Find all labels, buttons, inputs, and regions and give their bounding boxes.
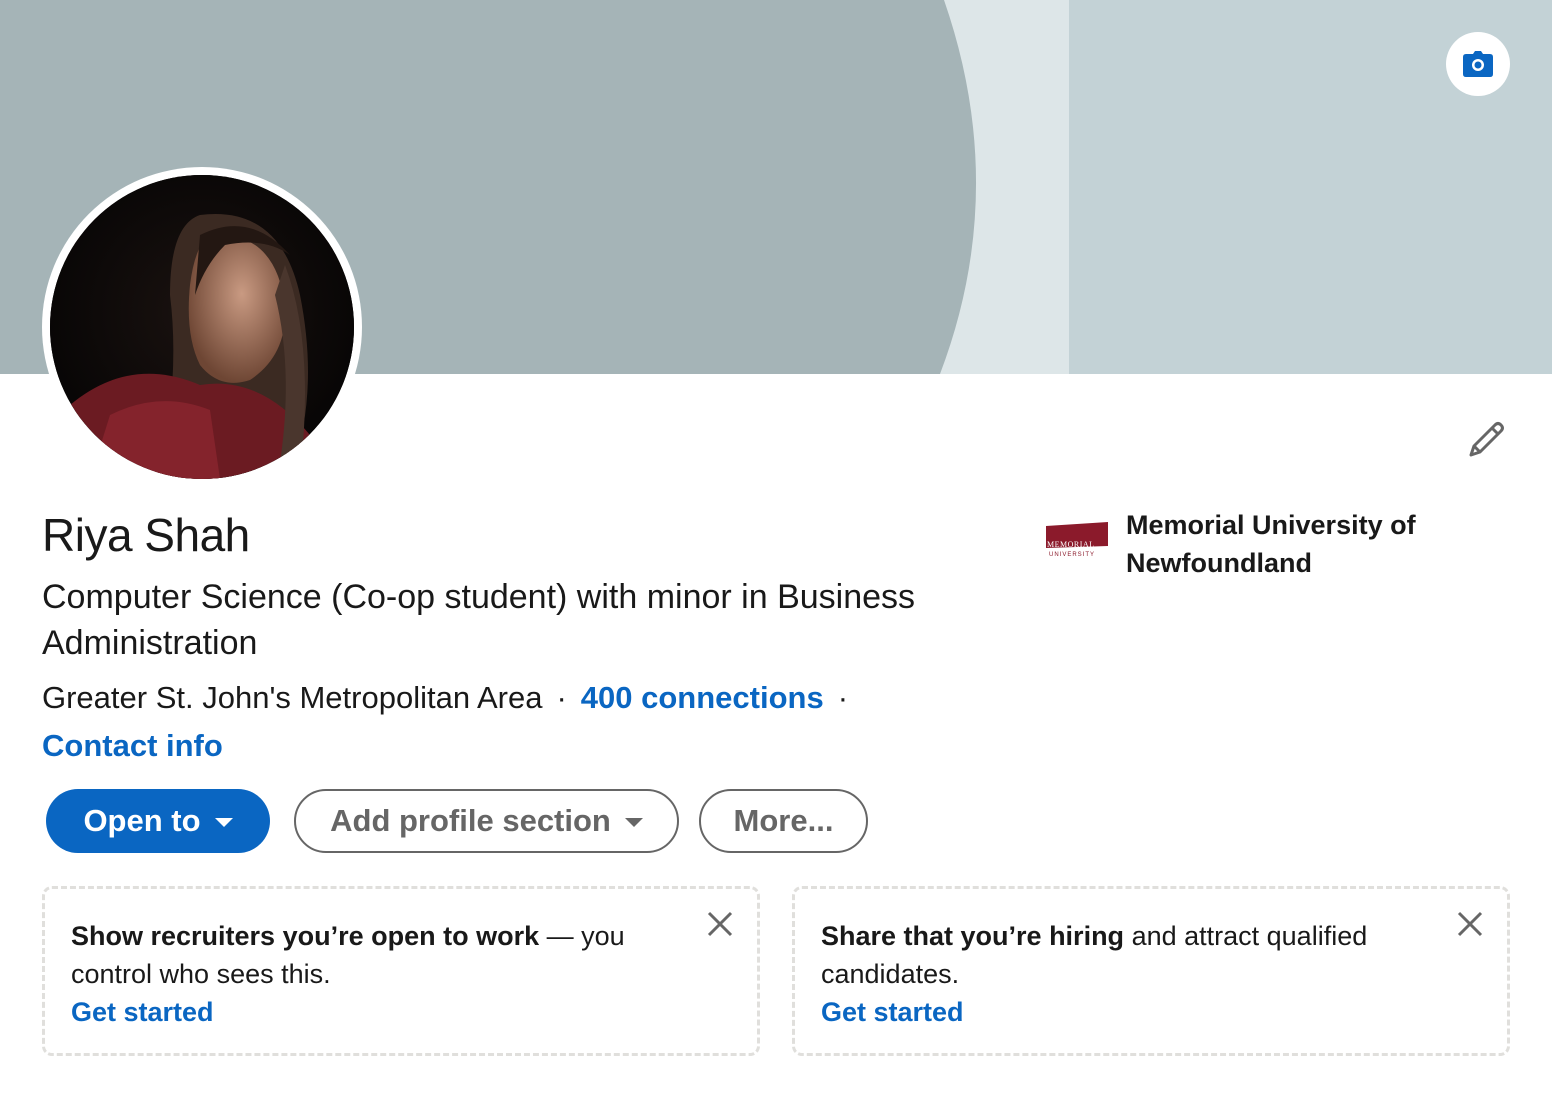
open-to-button[interactable]: Open to xyxy=(46,789,270,853)
card-text: Show recruiters you’re open to work — yo… xyxy=(71,917,671,993)
card-text: Share that you’re hiring and attract qua… xyxy=(821,917,1421,993)
edit-intro-button[interactable] xyxy=(1460,414,1512,466)
education-link[interactable]: MEMORIAL UNIVERSITY Memorial University … xyxy=(1046,506,1456,582)
open-to-label: Open to xyxy=(83,803,201,838)
profile-photo[interactable] xyxy=(42,167,362,487)
university-name: Memorial University of Newfoundland xyxy=(1126,510,1416,578)
get-started-link[interactable]: Get started xyxy=(71,993,214,1031)
get-started-link[interactable]: Get started xyxy=(821,993,964,1031)
profile-name: Riya Shah xyxy=(42,509,250,561)
more-label: More... xyxy=(733,803,834,838)
svg-text:UNIVERSITY: UNIVERSITY xyxy=(1049,552,1095,558)
add-profile-section-label: Add profile section xyxy=(330,803,611,838)
separator-dot: · xyxy=(556,680,567,715)
avatar-image xyxy=(50,175,354,479)
close-icon xyxy=(707,911,733,937)
contact-info-row: Contact info xyxy=(42,724,223,768)
profile-headline: Computer Science (Co-op student) with mi… xyxy=(42,578,916,662)
connections-link[interactable]: 400 connections xyxy=(581,680,824,715)
dismiss-card-button[interactable] xyxy=(703,907,737,941)
dismiss-card-button[interactable] xyxy=(1453,907,1487,941)
card-bold-text: Show recruiters you’re open to work xyxy=(71,921,540,951)
open-to-work-card: Show recruiters you’re open to work — yo… xyxy=(42,886,760,1056)
hiring-card: Share that you’re hiring and attract qua… xyxy=(792,886,1510,1056)
close-icon xyxy=(1457,911,1483,937)
contact-info-link[interactable]: Contact info xyxy=(42,728,223,763)
svg-text:MEMORIAL: MEMORIAL xyxy=(1047,540,1095,549)
university-logo: MEMORIAL UNIVERSITY xyxy=(1046,522,1108,562)
profile-location: Greater St. John's Metropolitan Area xyxy=(42,680,543,715)
camera-icon xyxy=(1463,51,1493,77)
memorial-university-logo: MEMORIAL UNIVERSITY xyxy=(1046,522,1108,558)
pencil-icon xyxy=(1469,422,1504,457)
more-button[interactable]: More... xyxy=(699,789,868,853)
separator-dot: · xyxy=(837,680,849,715)
edit-banner-button[interactable] xyxy=(1446,32,1510,96)
card-bold-text: Share that you’re hiring xyxy=(821,921,1125,951)
avatar xyxy=(50,175,354,479)
profile-meta: Greater St. John's Metropolitan Area · 400… xyxy=(42,676,862,720)
caret-down-icon xyxy=(214,817,233,827)
caret-down-icon xyxy=(624,817,643,827)
add-profile-section-button[interactable]: Add profile section xyxy=(294,789,679,853)
